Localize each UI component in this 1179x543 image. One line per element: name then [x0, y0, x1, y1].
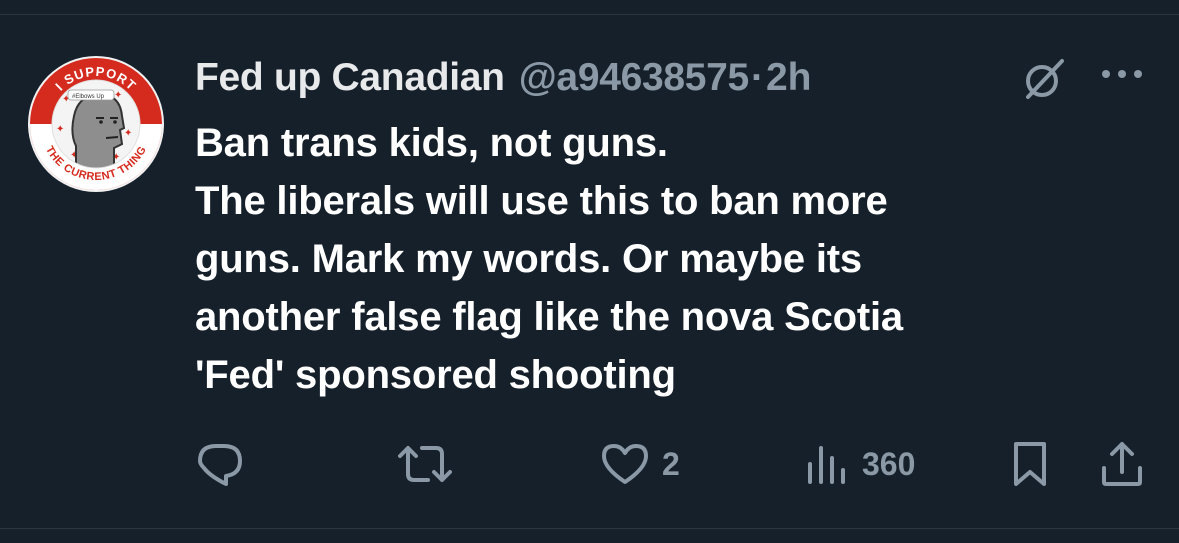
svg-text:✦: ✦	[56, 124, 64, 135]
separator-dot: ·	[750, 56, 764, 99]
reply-button[interactable]	[194, 438, 258, 490]
action-bar: 2 360	[0, 438, 1179, 490]
share-icon	[1102, 442, 1142, 486]
grok-icon[interactable]	[1022, 57, 1066, 101]
reply-icon	[198, 444, 242, 486]
views-button[interactable]: 360	[802, 438, 915, 490]
avatar-image: ✦ ✦ ✦ ✦ ✦ ✦ #Elbows Up I SUPPORT THE CUR…	[28, 56, 164, 192]
bookmark-button[interactable]	[1010, 438, 1050, 490]
avatar-badge-text: #Elbows Up	[72, 94, 105, 100]
tweet-line: The liberals will use this to ban more	[195, 179, 888, 223]
tweet-line: another false flag like the nova Scotia	[195, 295, 903, 339]
author-handle[interactable]: @a94638575	[519, 56, 750, 100]
like-button[interactable]: 2	[600, 438, 680, 490]
author-name[interactable]: Fed up Canadian	[195, 56, 505, 100]
views-icon	[808, 446, 845, 484]
retweet-button[interactable]	[398, 438, 464, 490]
retweet-icon	[398, 446, 452, 482]
more-icon[interactable]	[1098, 64, 1146, 84]
tweet-header: Fed up Canadian @a94638575 · 2h	[195, 50, 1155, 106]
bookmark-icon	[1014, 442, 1046, 486]
views-count: 360	[862, 445, 916, 482]
tweet-line: guns. Mark my words. Or maybe its	[195, 237, 862, 281]
heart-icon	[602, 444, 648, 484]
bottom-divider	[0, 528, 1179, 529]
share-button[interactable]	[1098, 438, 1146, 490]
tweet-timestamp[interactable]: 2h	[766, 56, 812, 100]
like-count: 2	[662, 445, 680, 482]
svg-text:✦: ✦	[124, 128, 132, 139]
avatar[interactable]: ✦ ✦ ✦ ✦ ✦ ✦ #Elbows Up I SUPPORT THE CUR…	[26, 54, 166, 194]
tweet-line: Ban trans kids, not guns.	[195, 121, 668, 165]
top-divider	[0, 14, 1179, 15]
tweet-line: 'Fed' sponsored shooting	[195, 353, 676, 397]
tweet-text: Ban trans kids, not guns. The liberals w…	[195, 114, 1155, 404]
